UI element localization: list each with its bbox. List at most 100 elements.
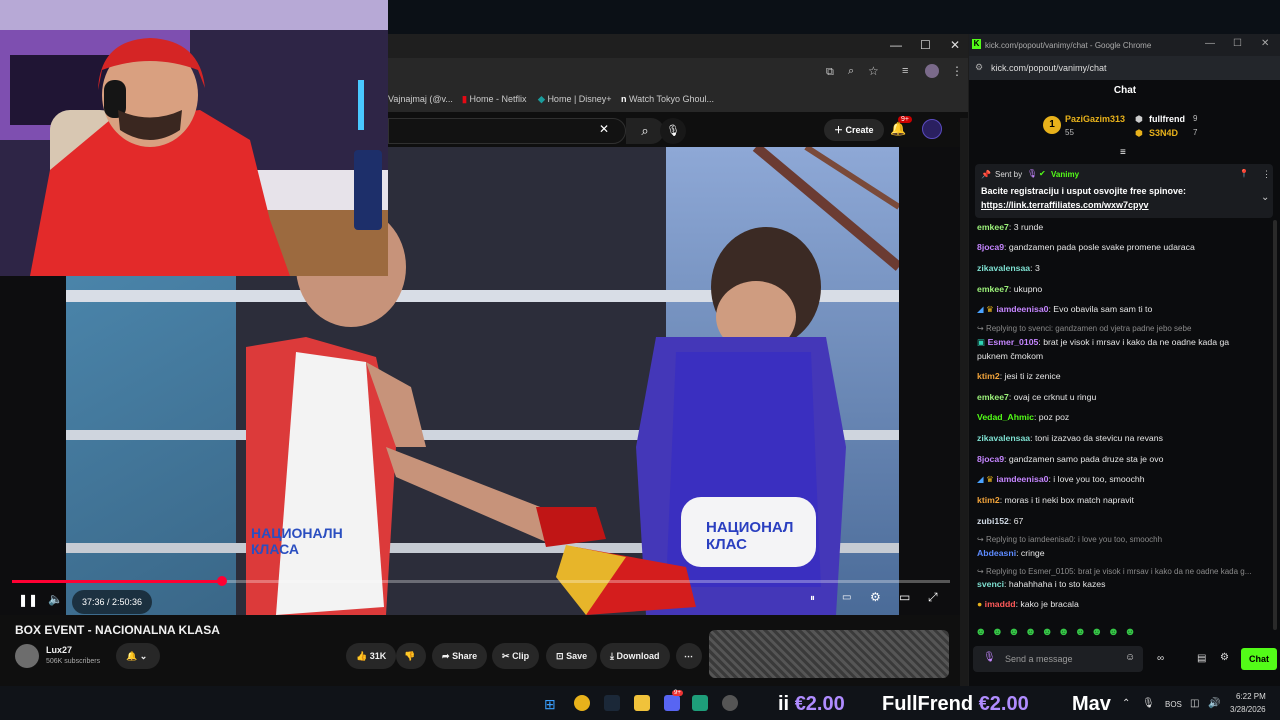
chat-message[interactable]: zubi152: 67: [977, 514, 1273, 528]
clock-date[interactable]: 3/28/2026: [1230, 705, 1266, 714]
settings-app-icon[interactable]: [722, 695, 738, 711]
microphone-icon[interactable]: 🎙: [660, 118, 686, 144]
chat-message[interactable]: 8joca9: gandzamen samo pada druze sta je…: [977, 452, 1273, 466]
chat-scrollbar[interactable]: [1273, 220, 1277, 630]
leaderboard-name[interactable]: fullfrend: [1149, 114, 1185, 124]
chat-message[interactable]: emkee7: 3 runde: [977, 220, 1273, 234]
steam-icon[interactable]: [604, 695, 620, 711]
pause-icon[interactable]: ❚❚: [18, 593, 38, 607]
emote-icon[interactable]: ☻: [1025, 626, 1042, 638]
account-avatar[interactable]: [922, 119, 942, 139]
chat-message[interactable]: zikavalensaa: 3: [977, 261, 1273, 275]
clock-time[interactable]: 6:22 PM: [1236, 692, 1266, 701]
download-button[interactable]: ⤓ Download: [600, 643, 670, 669]
maximize-icon[interactable]: ☐: [920, 38, 931, 52]
profile-avatar[interactable]: [925, 64, 939, 78]
send-chat-button[interactable]: Chat: [1241, 648, 1277, 670]
channel-name[interactable]: Lux27: [46, 645, 72, 655]
share-button[interactable]: ➦ Share: [432, 643, 488, 669]
dislike-button[interactable]: 👎: [396, 643, 426, 669]
clear-search-icon[interactable]: ✕: [599, 122, 609, 136]
site-info-icon[interactable]: ⚙: [975, 62, 983, 73]
store-icon[interactable]: ▤: [1197, 653, 1206, 664]
chat-message[interactable]: zikavalensaa: toni izazvao da stevicu na…: [977, 431, 1273, 445]
minimize-icon[interactable]: —: [890, 38, 902, 52]
chat-message[interactable]: ktim2: moras i ti neki box match napravi…: [977, 493, 1273, 507]
save-button[interactable]: ⊡ Save: [546, 643, 598, 669]
minimize-icon[interactable]: —: [1205, 38, 1215, 49]
maximize-icon[interactable]: ☐: [1233, 38, 1242, 49]
volume-tray-icon[interactable]: 🔊: [1208, 698, 1220, 709]
app-icon[interactable]: [692, 695, 708, 711]
chat-address-bar[interactable]: ⚙ kick.com/popout/vanimy/chat: [969, 56, 1280, 80]
chat-message[interactable]: Vedad_Ahmic: poz poz: [977, 410, 1273, 424]
reply-context[interactable]: ↪ Replying to iamdeenisa0: i love you to…: [977, 533, 1273, 547]
browser-menu-icon[interactable]: ⋮: [951, 64, 963, 78]
like-button[interactable]: 👍 31K: [346, 643, 397, 669]
emote-icon[interactable]: ☻: [1124, 626, 1141, 638]
network-icon[interactable]: ◫: [1190, 698, 1199, 709]
chrome-icon[interactable]: [574, 695, 590, 711]
emote-icon[interactable]: ☻: [992, 626, 1009, 638]
chat-message[interactable]: emkee7: ovaj ce crknut u ringu: [977, 390, 1273, 404]
emote-icon[interactable]: ☻: [1058, 626, 1075, 638]
fullscreen-icon[interactable]: ⤢: [928, 590, 938, 605]
pinned-author[interactable]: Vanimy: [1051, 170, 1079, 179]
chat-message[interactable]: svenci: hahahhaha i to sto kazes: [977, 577, 1273, 591]
page-scrollbar[interactable]: [960, 118, 968, 686]
pinned-link[interactable]: https://link.terraffiliates.com/wxw7cpyv: [981, 200, 1149, 210]
progress-bar[interactable]: [12, 576, 950, 586]
close-window-icon[interactable]: ✕: [950, 38, 960, 52]
emote-icon[interactable]: ☻: [1074, 626, 1091, 638]
expand-leaderboard-icon[interactable]: ≡: [1120, 147, 1126, 158]
chat-message[interactable]: Abdeasni: cringe: [977, 546, 1273, 560]
tray-overflow-icon[interactable]: ⌃: [1122, 698, 1130, 709]
pinned-message[interactable]: 📌 Sent by 🎙 ✔ Vanimy 📍 ⋮ Bacite registra…: [975, 164, 1273, 218]
chat-input[interactable]: 🎙 Send a message ☺: [973, 646, 1143, 672]
clip-button[interactable]: ✂ Clip: [492, 643, 540, 669]
windows-start-icon[interactable]: ⊞: [544, 696, 556, 713]
file-explorer-icon[interactable]: [634, 695, 650, 711]
zoom-icon[interactable]: ⌕: [848, 65, 854, 78]
chat-message[interactable]: ktim2: jesi ti iz zenice: [977, 369, 1273, 383]
address-bar[interactable]: ⧉ ⌕ ☆ ≡ ⋮: [388, 58, 968, 88]
pinned-menu-icon[interactable]: ⋮: [1262, 169, 1271, 180]
bookmark-disney[interactable]: ◆ Home | Disney+: [538, 94, 612, 105]
emote-icon[interactable]: ☻: [975, 626, 992, 638]
install-icon[interactable]: ⧉: [826, 66, 834, 79]
bookmark-netflix[interactable]: ▮ Home - Netflix: [462, 94, 526, 105]
media-control-icon[interactable]: ≡: [902, 65, 908, 77]
search-icon[interactable]: ⌕: [626, 118, 664, 144]
close-window-icon[interactable]: ✕: [1261, 38, 1269, 49]
leaderboard-name[interactable]: S3N4D: [1149, 128, 1178, 138]
search-input[interactable]: [388, 118, 626, 144]
autoplay-toggle-icon[interactable]: ⏸: [810, 593, 815, 604]
chat-url-text[interactable]: kick.com/popout/vanimy/chat: [991, 63, 1107, 73]
create-button[interactable]: ＋ Create: [824, 119, 884, 141]
bookmark-star-icon[interactable]: ☆: [868, 64, 879, 78]
emote-icon[interactable]: ☻: [1091, 626, 1108, 638]
emote-icon[interactable]: ☻: [1041, 626, 1058, 638]
microphone-icon[interactable]: 🎙: [983, 652, 996, 663]
subscribe-bell-button[interactable]: 🔔 ⌄: [116, 643, 160, 669]
emote-row[interactable]: ☻☻☻☻☻☻☻☻☻☻: [975, 626, 1275, 640]
chat-message[interactable]: 8joca9: gandzamen pada posle svake prome…: [977, 240, 1273, 254]
chat-message[interactable]: ▣ Esmer_0105: brat je visok i mrsav i ka…: [977, 335, 1273, 349]
language-indicator[interactable]: BOS: [1165, 700, 1182, 709]
chat-message[interactable]: ◢ ♛ iamdeenisa0: i love you too, smoochh: [977, 472, 1273, 486]
chat-settings-icon[interactable]: ⚙: [1220, 652, 1229, 663]
chevron-down-icon[interactable]: ⌄: [1261, 192, 1269, 203]
unpin-icon[interactable]: 📍: [1239, 169, 1249, 178]
more-actions-button[interactable]: ⋯: [676, 643, 702, 669]
captions-icon[interactable]: ▭: [842, 592, 851, 603]
theater-mode-icon[interactable]: ▭: [899, 590, 910, 604]
discord-icon[interactable]: [664, 695, 680, 711]
channel-avatar[interactable]: [15, 644, 39, 668]
chat-message[interactable]: ◢ ♛ iamdeenisa0: Evo obavila sam sam ti …: [977, 302, 1273, 316]
leaderboard-name[interactable]: PaziGazim313: [1065, 114, 1125, 124]
notifications-bell-icon[interactable]: 🔔: [890, 121, 906, 137]
emote-icon[interactable]: ☻: [1008, 626, 1025, 638]
bookmark-item[interactable]: Vajnajmaj (@v...: [388, 94, 453, 104]
bookmark-tokyo-ghoul[interactable]: n Watch Tokyo Ghoul...: [621, 94, 714, 104]
ad-thumbnail[interactable]: [709, 630, 949, 678]
